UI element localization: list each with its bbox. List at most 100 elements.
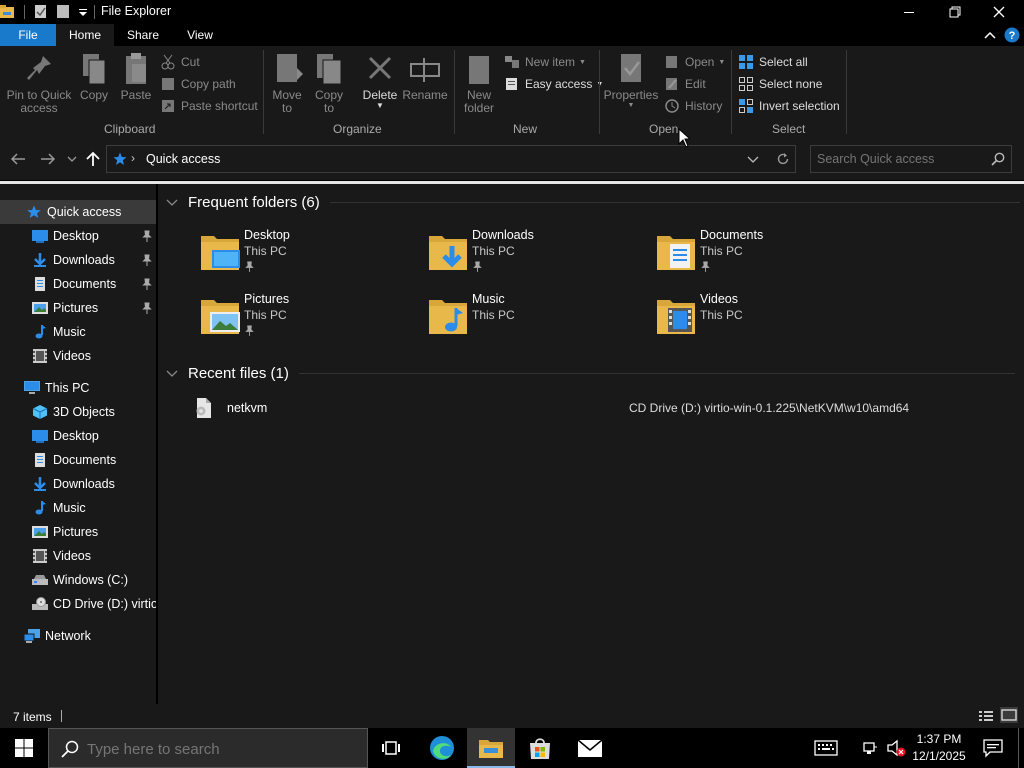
nav-pc-documents[interactable]: Documents xyxy=(0,448,156,472)
tab-view[interactable]: View xyxy=(172,24,228,46)
folder-tile-downloads[interactable]: Downloads This PC xyxy=(426,226,646,282)
edit-button[interactable]: Edit xyxy=(664,74,706,94)
mail-taskbar-button[interactable] xyxy=(566,728,614,768)
nav-network[interactable]: Network xyxy=(0,624,156,648)
up-arrow-icon[interactable] xyxy=(85,151,101,167)
task-view-button[interactable] xyxy=(368,728,416,768)
copy-path-button[interactable]: Copy path xyxy=(160,74,236,94)
properties-qat-icon[interactable] xyxy=(34,4,48,19)
properties-button[interactable]: Properties ▼ xyxy=(602,52,660,110)
nav-qa-documents[interactable]: Documents xyxy=(0,272,156,296)
folder-tile-videos[interactable]: Videos This PC xyxy=(654,290,874,346)
nav-pc-desktop[interactable]: Desktop xyxy=(0,424,156,448)
cut-label: Cut xyxy=(181,55,200,69)
new-item-button[interactable]: New item ▼ xyxy=(504,52,586,72)
folder-tile-music[interactable]: Music This PC xyxy=(426,290,646,346)
tab-file[interactable]: File xyxy=(0,24,56,46)
restore-button[interactable] xyxy=(932,0,978,24)
taskbar-search-box[interactable] xyxy=(48,728,368,768)
delete-button[interactable]: Delete ▼ xyxy=(358,52,402,110)
file-explorer-app-icon[interactable] xyxy=(0,4,14,19)
pin-icon[interactable] xyxy=(142,230,152,242)
tab-home[interactable]: Home xyxy=(56,24,114,46)
nav-pc-pictures[interactable]: Pictures xyxy=(0,520,156,544)
tab-share[interactable]: Share xyxy=(114,24,172,46)
select-none-button[interactable]: Select none xyxy=(738,74,822,94)
new-folder-qat-icon[interactable] xyxy=(56,4,70,19)
select-all-button[interactable]: Select all xyxy=(738,52,808,72)
close-button[interactable] xyxy=(976,0,1022,24)
store-taskbar-button[interactable] xyxy=(516,728,564,768)
nav-qa-desktop[interactable]: Desktop xyxy=(0,224,156,248)
nav-this-pc[interactable]: This PC xyxy=(0,376,156,400)
pin-to-quick-access-button[interactable]: Pin to Quick access xyxy=(4,52,74,115)
network-status-icon[interactable] xyxy=(862,739,878,757)
properties-dropdown-icon[interactable]: ▼ xyxy=(602,102,660,110)
search-input[interactable] xyxy=(817,151,982,167)
volume-muted-icon[interactable] xyxy=(886,738,908,758)
forward-arrow-icon[interactable] xyxy=(40,152,56,166)
nav-pc-videos[interactable]: Videos xyxy=(0,544,156,568)
nav-pc-downloads[interactable]: Downloads xyxy=(0,472,156,496)
folder-tile-documents[interactable]: Documents This PC xyxy=(654,226,874,282)
new-folder-button[interactable]: New folder xyxy=(458,52,500,115)
frequent-folders-header[interactable]: Frequent folders (6) xyxy=(166,194,1020,211)
delete-dropdown-icon[interactable]: ▼ xyxy=(358,102,402,110)
folder-location: This PC xyxy=(244,244,287,258)
move-to-button[interactable]: Move to xyxy=(268,52,306,115)
history-button[interactable]: History xyxy=(664,96,722,116)
clock[interactable]: 1:37 PM 12/1/2025 xyxy=(910,731,968,765)
nav-pc-windows-c[interactable]: Windows (C:) xyxy=(0,568,156,592)
nav-pc-music[interactable]: Music xyxy=(0,496,156,520)
pin-icon[interactable] xyxy=(142,254,152,266)
nav-qa-music[interactable]: Music xyxy=(0,320,156,344)
rename-button[interactable]: Rename xyxy=(402,52,448,102)
select-all-label: Select all xyxy=(759,55,808,69)
collapse-ribbon-chevron-icon[interactable] xyxy=(984,30,996,40)
folder-tile-desktop[interactable]: Desktop This PC xyxy=(198,226,418,282)
recent-locations-chevron-icon[interactable] xyxy=(67,155,77,163)
recent-file-row[interactable]: netkvm CD Drive (D:) virtio-win-0.1.225\… xyxy=(188,396,988,420)
nav-quick-access[interactable]: Quick access xyxy=(0,200,156,224)
invert-selection-button[interactable]: Invert selection xyxy=(738,96,840,116)
help-icon[interactable]: ? xyxy=(1004,27,1020,43)
details-view-icon[interactable] xyxy=(978,709,994,723)
easy-access-button[interactable]: Easy access▼ xyxy=(504,74,603,94)
search-icon[interactable] xyxy=(991,152,1005,166)
edit-icon xyxy=(666,78,677,90)
refresh-icon[interactable] xyxy=(776,152,790,166)
nav-pc-3d-objects[interactable]: 3D Objects xyxy=(0,400,156,424)
pin-icon[interactable] xyxy=(142,278,152,290)
back-arrow-icon[interactable] xyxy=(10,152,26,166)
minimize-button[interactable] xyxy=(886,0,932,24)
breadcrumb-separator-icon[interactable]: › xyxy=(131,151,135,165)
show-desktop-button[interactable] xyxy=(1018,728,1019,768)
nav-qa-pictures[interactable]: Pictures xyxy=(0,296,156,320)
address-dropdown-chevron-icon[interactable] xyxy=(747,156,759,164)
taskbar-search-input[interactable] xyxy=(87,739,357,759)
nav-pc-cd-drive[interactable]: CD Drive (D:) virtio- xyxy=(0,592,156,616)
breadcrumb-quick-access[interactable]: Quick access xyxy=(146,152,220,166)
cut-button[interactable]: Cut xyxy=(160,52,200,72)
paste-button[interactable]: Paste xyxy=(118,52,154,102)
easy-access-icon xyxy=(506,78,517,90)
paste-shortcut-button[interactable]: Paste shortcut xyxy=(160,96,258,116)
recent-files-header[interactable]: Recent files (1) xyxy=(166,365,1015,382)
nav-qa-downloads[interactable]: Downloads xyxy=(0,248,156,272)
open-button[interactable]: Open ▼ xyxy=(664,52,725,72)
pin-icon[interactable] xyxy=(142,302,152,314)
nav-this-pc-label: This PC xyxy=(45,381,90,395)
search-box[interactable] xyxy=(810,145,1012,173)
large-icons-view-icon[interactable] xyxy=(1000,707,1018,723)
copy-to-button[interactable]: Copy to xyxy=(310,52,348,115)
edge-taskbar-button[interactable] xyxy=(418,728,466,768)
customize-qat-chevron-icon[interactable] xyxy=(76,4,90,19)
file-explorer-taskbar-button[interactable] xyxy=(467,728,515,768)
nav-qa-videos[interactable]: Videos xyxy=(0,344,156,368)
address-bar[interactable]: › Quick access xyxy=(106,145,796,173)
start-button[interactable] xyxy=(0,728,48,768)
copy-button[interactable]: Copy xyxy=(76,52,112,102)
notifications-icon[interactable] xyxy=(982,738,1004,758)
folder-tile-pictures[interactable]: Pictures This PC xyxy=(198,290,418,346)
keyboard-icon[interactable] xyxy=(814,738,838,758)
